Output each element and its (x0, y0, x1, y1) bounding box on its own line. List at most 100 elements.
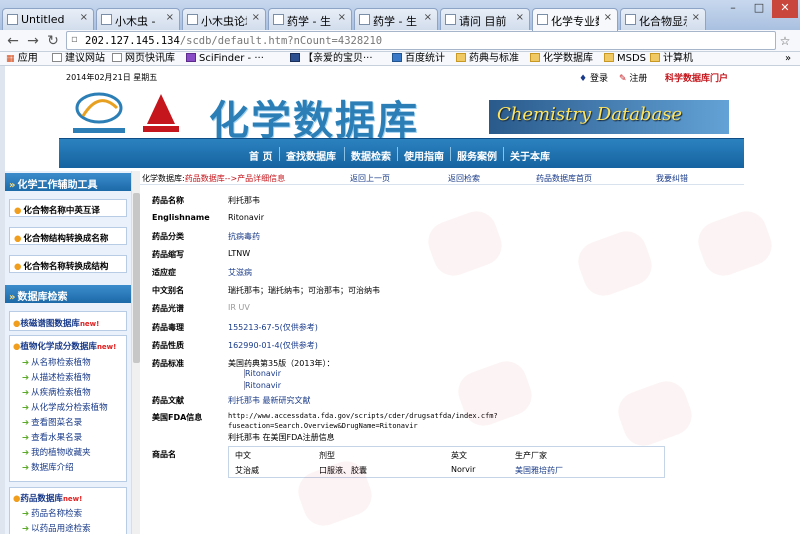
report-error-link[interactable]: 我要纠错 (656, 173, 688, 184)
view-vegetable-list[interactable]: ➔ 查看图菜名录 (22, 416, 82, 428)
bookmark-folder[interactable]: MSDS (604, 52, 646, 66)
bookmark-item[interactable]: 建议网站 (52, 52, 105, 66)
bullet-icon: ● (14, 206, 22, 216)
browser-tab[interactable]: 药学 - 生 × (268, 8, 352, 30)
nav-divider (450, 147, 451, 161)
tab-label: 请问 目前 (459, 15, 507, 28)
browser-tab[interactable]: Untitled × (2, 8, 94, 30)
browser-tab[interactable]: 小木虫 - × (96, 8, 180, 30)
reload-icon[interactable]: ↻ (44, 32, 62, 50)
tool-translate-names[interactable]: ● 化合物名称中英互译 (9, 199, 127, 217)
nav-data-search[interactable]: 数据检索 (351, 148, 391, 163)
label-indication: 适应症 (152, 268, 176, 277)
value-fda-url[interactable]: http://www.accessdata.fda.gov/scripts/cd… (228, 412, 498, 420)
portal-link[interactable]: 科学数据库门户 (665, 71, 728, 84)
sidebar: » 化学工作辅助工具 ● 化合物名称中英互译 ● 化合物结构转换成名称 ● 化合物名称转… (5, 171, 131, 534)
label-drug-name: 药品名称 (152, 196, 184, 205)
url-host: 202.127.145.134 (85, 35, 180, 47)
forward-icon[interactable]: → (24, 32, 42, 50)
apps-bookmark[interactable]: ▦ 应用 (6, 52, 38, 66)
table-cell: 艾治威 (235, 466, 259, 475)
register-link[interactable]: ✎ 注册 (619, 71, 647, 84)
site-banner: 化学数据库 Chemistry Database (59, 86, 744, 144)
drug-db-link[interactable]: ●药品数据库new! (13, 492, 82, 504)
value-spectra[interactable]: IR UV (228, 303, 250, 312)
drug-name-search[interactable]: ➔ 药品名称检索 (22, 507, 82, 519)
table-header: 英文 (451, 451, 467, 460)
browser-tab-active[interactable]: 化学专业数 × (532, 8, 618, 31)
value-toxicology[interactable]: 155213-67-5(仅供参考) (228, 322, 318, 333)
return-search-link[interactable]: 返回检索 (448, 173, 480, 184)
db-introduction[interactable]: ➔ 数据库介绍 (22, 461, 74, 473)
plant-search-by-component[interactable]: ➔ 从化学成分检索植物 (22, 401, 108, 413)
close-tab-icon[interactable]: × (252, 12, 260, 23)
tool-name-to-structure[interactable]: ● 化合物名称转换成结构 (9, 255, 127, 273)
browser-tab[interactable]: 请问 目前 × (440, 8, 530, 30)
bookmark-folder[interactable]: 计算机 (650, 52, 693, 66)
register-icon: ✎ (619, 74, 627, 84)
close-tab-icon[interactable]: × (692, 12, 700, 23)
bookmark-folder[interactable]: 化学数据库 (530, 52, 593, 66)
url-input[interactable]: ▫ 202.127.145.134/scdb/default.htm?nCoun… (66, 31, 776, 50)
more-bookmarks-icon[interactable]: » (785, 52, 791, 66)
value-fda-url-cont[interactable]: fuseaction=Search.Overview&DrugName=Rito… (228, 422, 418, 430)
back-icon[interactable]: ← (4, 32, 22, 50)
nmr-db-box: ●核磁谱图数据库new! (9, 311, 127, 331)
close-tab-icon[interactable]: × (516, 12, 524, 23)
standard-link-1[interactable]: Ritonavir (244, 369, 281, 378)
maximize-icon[interactable]: □ (746, 0, 772, 18)
bookmark-folder[interactable]: 药典与标准 (456, 52, 519, 66)
sidebar-scrollbar[interactable] (131, 171, 140, 534)
value-category[interactable]: 抗病毒药 (228, 231, 260, 242)
plant-search-by-description[interactable]: ➔ 从描述检索植物 (22, 371, 91, 383)
close-tab-icon[interactable]: × (424, 12, 432, 23)
label-spectra: 药品光谱 (152, 304, 184, 313)
tab-label: 化学专业数 (551, 15, 599, 28)
close-tab-icon[interactable]: × (80, 12, 88, 23)
drug-usage-search[interactable]: ➔ 以药品用途检索 (22, 522, 91, 534)
value-indication[interactable]: 艾滋病 (228, 267, 252, 278)
nav-find-database[interactable]: 查找数据库 (286, 148, 336, 163)
plant-search-by-name[interactable]: ➔ 从名称检索植物 (22, 356, 91, 368)
cas-logo (143, 94, 179, 132)
plant-search-by-disease[interactable]: ➔ 从疾病检索植物 (22, 386, 91, 398)
scrollbar-thumb[interactable] (133, 193, 140, 363)
my-plant-favorites[interactable]: ➔ 我的植物收藏夹 (22, 446, 91, 458)
apps-grid-icon: ▦ (6, 54, 15, 64)
browser-tab[interactable]: 药学 - 生 × (354, 8, 438, 30)
login-link[interactable]: ♦ 登录 (579, 71, 608, 84)
nmr-db-link[interactable]: ●核磁谱图数据库new! (13, 317, 99, 329)
close-tab-icon[interactable]: × (338, 12, 346, 23)
bookmark-item[interactable]: SciFinder - ··· (186, 52, 264, 66)
table-cell-manufacturer[interactable]: 美国雅培药厂 (515, 465, 563, 476)
back-link[interactable]: 返回上一页 (350, 173, 390, 184)
breadcrumb-path[interactable]: 药品数据库-->产品详细信息 (185, 174, 285, 183)
browser-tab[interactable]: 小木虫论坛 × (182, 8, 266, 30)
db-search-section-header: » 数据库检索 (5, 285, 131, 303)
plant-db-link[interactable]: ●植物化学成分数据库new! (13, 340, 116, 352)
drug-db-home-link[interactable]: 药品数据库首页 (536, 173, 592, 184)
close-tab-icon[interactable]: × (166, 12, 174, 23)
value-properties[interactable]: 162990-01-4(仅供参考) (228, 340, 318, 351)
nav-about[interactable]: 关于本库 (510, 148, 550, 163)
browser-tab-strip: Untitled × 小木虫 - × 小木虫论坛 × 药学 - 生 × 药学 - 生 ×… (0, 0, 800, 31)
browser-tab[interactable]: 化合物显示 × (620, 8, 706, 30)
page-info-icon[interactable]: ▫ (71, 34, 78, 45)
nav-cases[interactable]: 服务案例 (457, 148, 497, 163)
nav-home[interactable]: 首 页 (249, 148, 272, 163)
tool-structure-to-name[interactable]: ● 化合物结构转换成名称 (9, 227, 127, 245)
nav-guide[interactable]: 使用指南 (404, 148, 444, 163)
minimize-icon[interactable]: – (720, 0, 746, 18)
value-literature[interactable]: 利托那韦 最新研究文献 (228, 395, 311, 406)
close-window-icon[interactable]: ✕ (772, 0, 798, 18)
bookmark-item[interactable]: 百度统计 (392, 52, 445, 66)
bookmark-item[interactable]: 【亲爱的宝贝··· (290, 52, 373, 66)
bookmark-item[interactable]: 网页快讯库 (112, 52, 175, 66)
label-toxicology: 药品毒理 (152, 323, 184, 332)
view-fruit-list[interactable]: ➔ 查看水果名录 (22, 431, 82, 443)
page-icon (7, 14, 18, 25)
bookmark-star-icon[interactable]: ☆ (776, 32, 794, 50)
close-tab-icon[interactable]: × (604, 12, 612, 23)
table-header: 中文 (235, 451, 251, 460)
standard-link-2[interactable]: Ritonavir (244, 381, 281, 390)
